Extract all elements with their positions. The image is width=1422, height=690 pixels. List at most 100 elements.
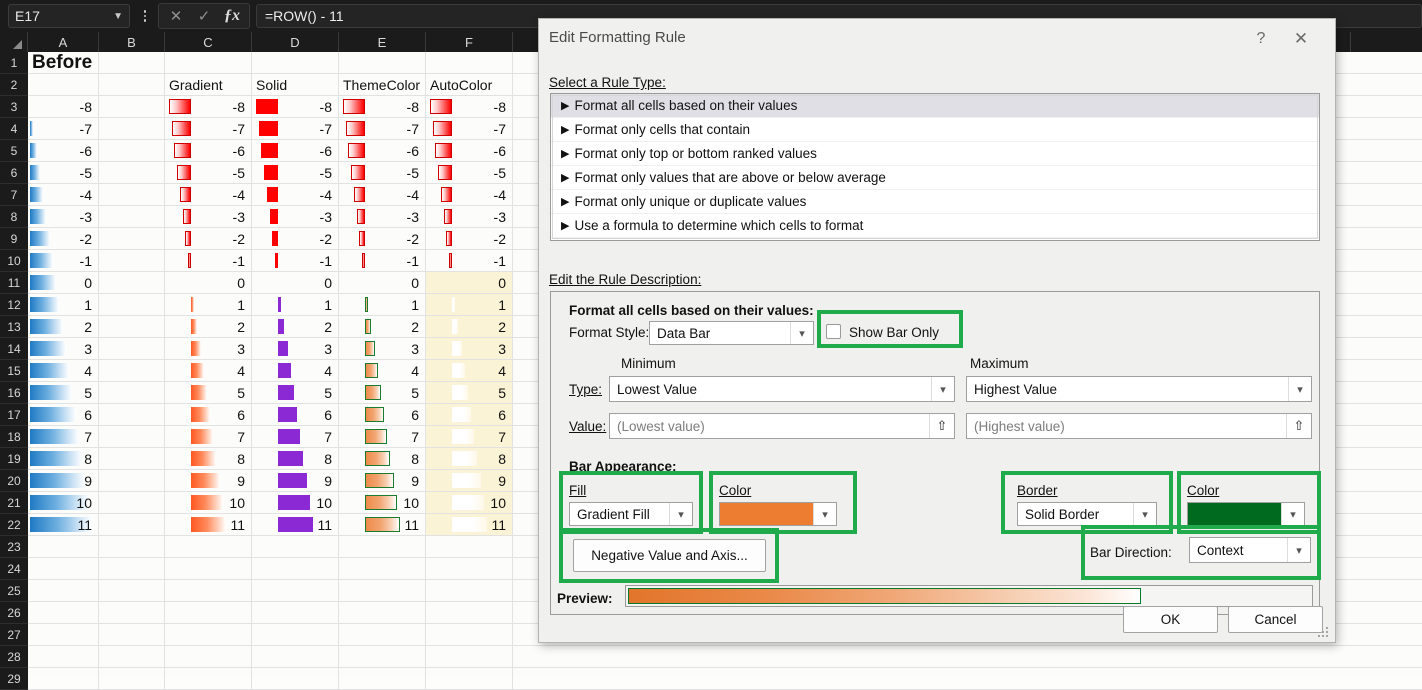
column-header-A[interactable]: A <box>28 32 99 52</box>
resize-grip[interactable] <box>1318 625 1332 639</box>
row-header-20[interactable]: 20 <box>0 470 28 492</box>
cell-A28[interactable] <box>28 646 99 668</box>
cell-C29[interactable] <box>165 668 252 690</box>
cell-A29[interactable] <box>28 668 99 690</box>
cell-E2[interactable]: ThemeColor <box>339 74 426 96</box>
row-header-22[interactable]: 22 <box>0 514 28 536</box>
cell-D28[interactable] <box>252 646 339 668</box>
chevron-down-icon[interactable]: ▾ <box>931 377 954 401</box>
cell-F7[interactable]: -4 <box>426 184 513 206</box>
cell-B16[interactable] <box>99 382 165 404</box>
row-header-13[interactable]: 13 <box>0 316 28 338</box>
cell-F13[interactable]: 2 <box>426 316 513 338</box>
cell-E11[interactable]: 0 <box>339 272 426 294</box>
cell-F17[interactable]: 6 <box>426 404 513 426</box>
cell-F28[interactable] <box>426 646 513 668</box>
cell-A24[interactable] <box>28 558 99 580</box>
cell-B15[interactable] <box>99 360 165 382</box>
bar-direction-select[interactable]: Context ▾ <box>1189 537 1311 563</box>
cell-E28[interactable] <box>339 646 426 668</box>
cell-B8[interactable] <box>99 206 165 228</box>
chevron-down-icon[interactable]: ▾ <box>790 322 813 344</box>
cell-F21[interactable]: 10 <box>426 492 513 514</box>
cell-A14[interactable]: 3 <box>28 338 99 360</box>
cell-D14[interactable]: 3 <box>252 338 339 360</box>
show-bar-only-label[interactable]: Show Bar Only <box>849 325 939 340</box>
cell-C5[interactable]: -6 <box>165 140 252 162</box>
row-header-16[interactable]: 16 <box>0 382 28 404</box>
cell-B1[interactable] <box>99 52 165 74</box>
row-header-19[interactable]: 19 <box>0 448 28 470</box>
cell-E24[interactable] <box>339 558 426 580</box>
cell-C10[interactable]: -1 <box>165 250 252 272</box>
cell-A8[interactable]: -3 <box>28 206 99 228</box>
column-header-F[interactable]: F <box>426 32 513 52</box>
cell-C14[interactable]: 3 <box>165 338 252 360</box>
cell-C4[interactable]: -7 <box>165 118 252 140</box>
cell-D5[interactable]: -6 <box>252 140 339 162</box>
cell-C8[interactable]: -3 <box>165 206 252 228</box>
fill-select[interactable]: Gradient Fill ▾ <box>569 502 693 526</box>
cell-C24[interactable] <box>165 558 252 580</box>
cell-A5[interactable]: -6 <box>28 140 99 162</box>
row-header-4[interactable]: 4 <box>0 118 28 140</box>
cell-B24[interactable] <box>99 558 165 580</box>
cell-D29[interactable] <box>252 668 339 690</box>
cell-E7[interactable]: -4 <box>339 184 426 206</box>
cell-A18[interactable]: 7 <box>28 426 99 448</box>
cell-A21[interactable]: 10 <box>28 492 99 514</box>
cell-E4[interactable]: -7 <box>339 118 426 140</box>
cell-D6[interactable]: -5 <box>252 162 339 184</box>
cell-D16[interactable]: 5 <box>252 382 339 404</box>
cell-A10[interactable]: -1 <box>28 250 99 272</box>
cell-D23[interactable] <box>252 536 339 558</box>
cell-A17[interactable]: 6 <box>28 404 99 426</box>
row-header-26[interactable]: 26 <box>0 602 28 624</box>
cell-A25[interactable] <box>28 580 99 602</box>
cell-F14[interactable]: 3 <box>426 338 513 360</box>
row-header-21[interactable]: 21 <box>0 492 28 514</box>
cell-F20[interactable]: 9 <box>426 470 513 492</box>
cell-D20[interactable]: 9 <box>252 470 339 492</box>
enter-formula-icon[interactable]: ✓ <box>191 5 217 27</box>
maximum-type-select[interactable]: Highest Value ▾ <box>966 376 1312 402</box>
cell-F9[interactable]: -2 <box>426 228 513 250</box>
cell-A27[interactable] <box>28 624 99 646</box>
cell-B29[interactable] <box>99 668 165 690</box>
chevron-down-icon[interactable]: ▾ <box>813 503 836 525</box>
row-header-8[interactable]: 8 <box>0 206 28 228</box>
cell-C26[interactable] <box>165 602 252 624</box>
cell-A4[interactable]: -7 <box>28 118 99 140</box>
rule-type-item-3[interactable]: ▶ Format only values that are above or b… <box>551 166 1319 190</box>
cell-D21[interactable]: 10 <box>252 492 339 514</box>
cell-B13[interactable] <box>99 316 165 338</box>
cell-E1[interactable] <box>339 52 426 74</box>
chevron-down-icon[interactable]: ▼ <box>113 11 123 22</box>
cell-C9[interactable]: -2 <box>165 228 252 250</box>
row-header-15[interactable]: 15 <box>0 360 28 382</box>
cell-E13[interactable]: 2 <box>339 316 426 338</box>
close-icon[interactable]: ✕ <box>1287 27 1315 51</box>
rule-type-item-2[interactable]: ▶ Format only top or bottom ranked value… <box>551 142 1319 166</box>
insert-function-icon[interactable]: ƒx <box>219 5 245 27</box>
cancel-button[interactable]: Cancel <box>1228 606 1323 633</box>
cell-B18[interactable] <box>99 426 165 448</box>
cell-E25[interactable] <box>339 580 426 602</box>
chevron-down-icon[interactable]: ▾ <box>1288 377 1311 401</box>
cell-A16[interactable]: 5 <box>28 382 99 404</box>
row-header-7[interactable]: 7 <box>0 184 28 206</box>
cell-F23[interactable] <box>426 536 513 558</box>
rule-type-item-0[interactable]: ▶ Format all cells based on their values <box>551 94 1319 118</box>
select-all-corner[interactable] <box>0 32 28 52</box>
cell-F12[interactable]: 1 <box>426 294 513 316</box>
cell-E22[interactable]: 11 <box>339 514 426 536</box>
cell-A20[interactable]: 9 <box>28 470 99 492</box>
show-bar-only-checkbox[interactable] <box>826 324 841 339</box>
cell-B26[interactable] <box>99 602 165 624</box>
cell-F24[interactable] <box>426 558 513 580</box>
cell-B20[interactable] <box>99 470 165 492</box>
cell-E19[interactable]: 8 <box>339 448 426 470</box>
cell-E3[interactable]: -8 <box>339 96 426 118</box>
cell-C28[interactable] <box>165 646 252 668</box>
cell-C11[interactable]: 0 <box>165 272 252 294</box>
